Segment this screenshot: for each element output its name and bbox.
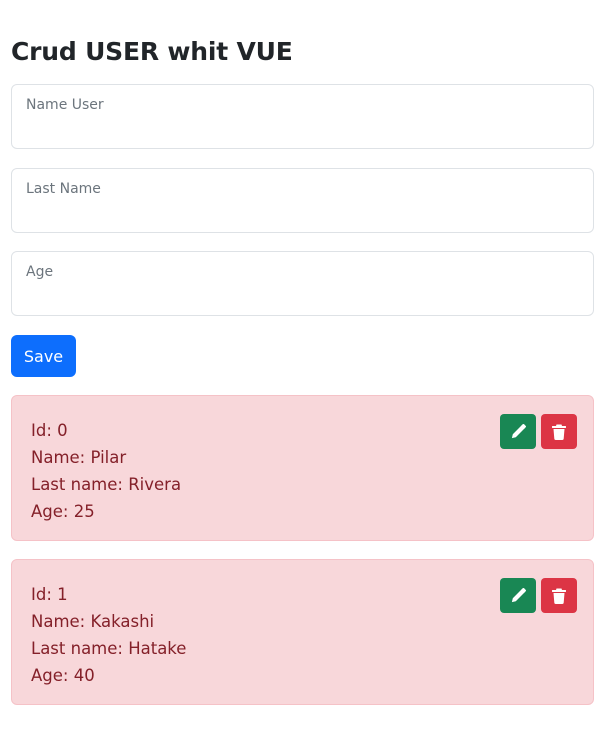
user-details: Id: 1 Name: Kakashi Last name: Hatake Ag…	[31, 581, 186, 689]
pencil-icon	[511, 587, 526, 602]
delete-button[interactable]	[541, 414, 577, 449]
pencil-icon	[511, 423, 526, 438]
edit-button[interactable]	[500, 414, 536, 449]
last-name-field[interactable]: Last Name	[11, 168, 594, 233]
user-name: Name: Pilar	[31, 448, 127, 467]
user-id: Id: 0	[31, 421, 68, 440]
last-name-label: Last Name	[26, 181, 101, 197]
edit-button[interactable]	[500, 578, 536, 613]
user-age: Age: 40	[31, 666, 95, 685]
user-details: Id: 0 Name: Pilar Last name: Rivera Age:…	[31, 417, 181, 525]
age-field[interactable]: Age	[11, 251, 594, 316]
name-user-input[interactable]	[26, 117, 579, 141]
page: Crud USER whit VUE Name User Last Name A…	[0, 0, 603, 747]
user-id: Id: 1	[31, 585, 68, 604]
name-user-label: Name User	[26, 97, 104, 113]
age-label: Age	[26, 264, 54, 280]
user-age: Age: 25	[31, 502, 95, 521]
name-user-field[interactable]: Name User	[11, 84, 594, 149]
user-last-name: Last name: Hatake	[31, 639, 187, 658]
trash-icon	[552, 588, 566, 604]
user-last-name: Last name: Rivera	[31, 475, 182, 494]
user-name: Name: Kakashi	[31, 612, 155, 631]
save-button[interactable]: Save	[11, 335, 76, 377]
page-title: Crud USER whit VUE	[11, 37, 293, 66]
user-card: Id: 1 Name: Kakashi Last name: Hatake Ag…	[11, 559, 594, 705]
delete-button[interactable]	[541, 578, 577, 613]
last-name-input[interactable]	[26, 201, 579, 225]
age-input[interactable]	[26, 284, 579, 308]
user-card: Id: 0 Name: Pilar Last name: Rivera Age:…	[11, 395, 594, 541]
trash-icon	[552, 424, 566, 440]
